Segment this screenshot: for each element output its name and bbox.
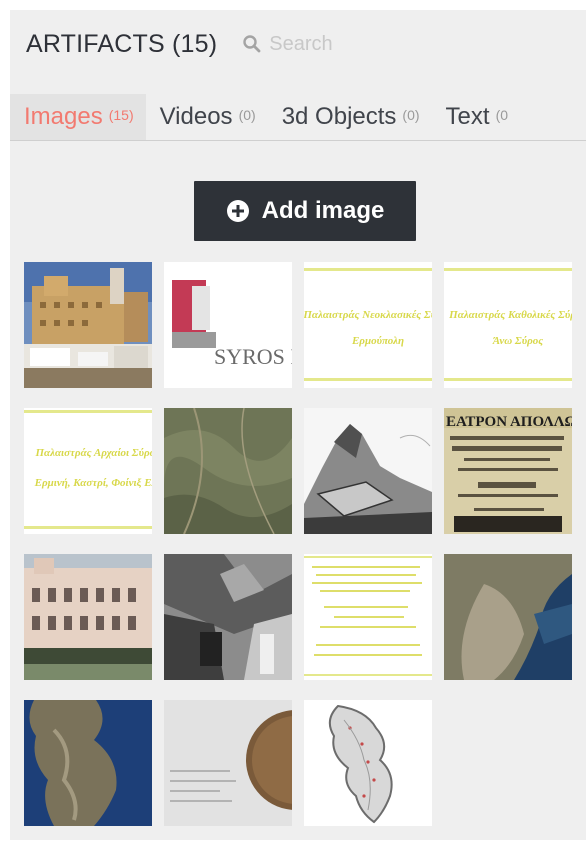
syros-logo-image: SYROS INST [164, 262, 292, 388]
thumbnail-aerial-terrain[interactable] [164, 408, 292, 534]
thumbnail-historic-street[interactable] [164, 554, 292, 680]
thumbnail-satellite-town[interactable] [444, 554, 572, 680]
text-card: Παλαιστράς Νεοκλασικές Σύρου Ερμούπολη [304, 262, 432, 388]
tab-3d-objects-count: (0) [402, 107, 420, 123]
tab-videos-label: Videos [159, 103, 233, 130]
tab-3d-objects[interactable]: 3d Objects (0) [268, 94, 432, 140]
tab-text[interactable]: Text (0 [432, 94, 520, 140]
tab-videos[interactable]: Videos (0) [146, 94, 268, 140]
text-card-line: Παλαιστράς Αρχαίοι Σύρου [35, 447, 152, 459]
neoclassical-building-photo [24, 554, 152, 680]
panel-header: ARTIFACTS (15) [10, 10, 586, 78]
tab-images-count: (15) [108, 107, 134, 123]
satellite-island-map [24, 700, 152, 826]
thumbnail-text-card-3[interactable]: Παλαιστράς Αρχαίοι Σύρου Ερμινή, Καστρί,… [24, 408, 152, 534]
theatre-poster-image: ΕΑΤΡΟΝ ΑΠΟΛΛΩ [444, 408, 572, 534]
thumbnail-mountain-engraving[interactable] [304, 408, 432, 534]
text-card: Παλαιστράς Καθολικές Σύρου Άνω Σύρος [444, 262, 572, 388]
add-image-label: Add image [261, 197, 385, 224]
island-outline-map [304, 700, 432, 826]
thumbnail-text-card-1[interactable]: Παλαιστράς Νεοκλασικές Σύρου Ερμούπολη [304, 262, 432, 388]
monastery-photo [24, 262, 152, 388]
page-circle-image [164, 700, 292, 826]
text-card: Παλαιστράς Αρχαίοι Σύρου Ερμινή, Καστρί,… [24, 408, 152, 534]
thumbnail-monastery[interactable] [24, 262, 152, 388]
add-image-button[interactable]: Add image [194, 181, 416, 241]
svg-text:SYROS INST: SYROS INST [214, 344, 292, 369]
text-document-image [304, 554, 432, 680]
thumbnail-text-document[interactable] [304, 554, 432, 680]
aerial-terrain-photo [164, 408, 292, 534]
search-box[interactable] [241, 32, 470, 56]
thumbnail-satellite-island[interactable] [24, 700, 152, 826]
text-card-line: Ερμούπολη [351, 335, 405, 347]
thumbnail-island-outline[interactable] [304, 700, 432, 826]
tab-videos-count: (0) [238, 107, 256, 123]
text-card-line: Παλαιστράς Νεοκλασικές Σύρου [304, 309, 432, 321]
thumbnail-neoclassical-building[interactable] [24, 554, 152, 680]
tab-text-label: Text [445, 103, 490, 130]
historic-street-photo [164, 554, 292, 680]
thumbnail-text-card-2[interactable]: Παλαιστράς Καθολικές Σύρου Άνω Σύρος [444, 262, 572, 388]
artifacts-panel: ARTIFACTS (15) Images (15) Videos (0) 3d… [10, 10, 586, 840]
thumbnail-page-circle[interactable] [164, 700, 292, 826]
plus-circle-icon [226, 200, 249, 222]
search-icon [243, 35, 261, 53]
satellite-town-photo [444, 554, 572, 680]
artifact-tabs: Images (15) Videos (0) 3d Objects (0) Te… [10, 94, 586, 141]
text-card-line: Παλαιστράς Καθολικές Σύρου [449, 309, 572, 321]
tab-text-count: (0 [495, 107, 509, 123]
thumbnail-theatre-poster[interactable]: ΕΑΤΡΟΝ ΑΠΟΛΛΩ [444, 408, 572, 534]
tab-images[interactable]: Images (15) [10, 94, 146, 140]
text-card-line: Άνω Σύρος [492, 335, 544, 347]
text-card-line: Ερμινή, Καστρί, Φοίνιξ Ελλ [34, 477, 152, 489]
tab-3d-objects-label: 3d Objects [281, 103, 397, 130]
search-input[interactable] [269, 32, 470, 56]
panel-title: ARTIFACTS (15) [26, 29, 218, 58]
tab-images-label: Images [24, 103, 103, 130]
mountain-engraving-image [304, 408, 432, 534]
thumbnail-syros-logo[interactable]: SYROS INST [164, 262, 292, 388]
poster-headline: ΕΑΤΡΟΝ ΑΠΟΛΛΩ [446, 414, 572, 430]
